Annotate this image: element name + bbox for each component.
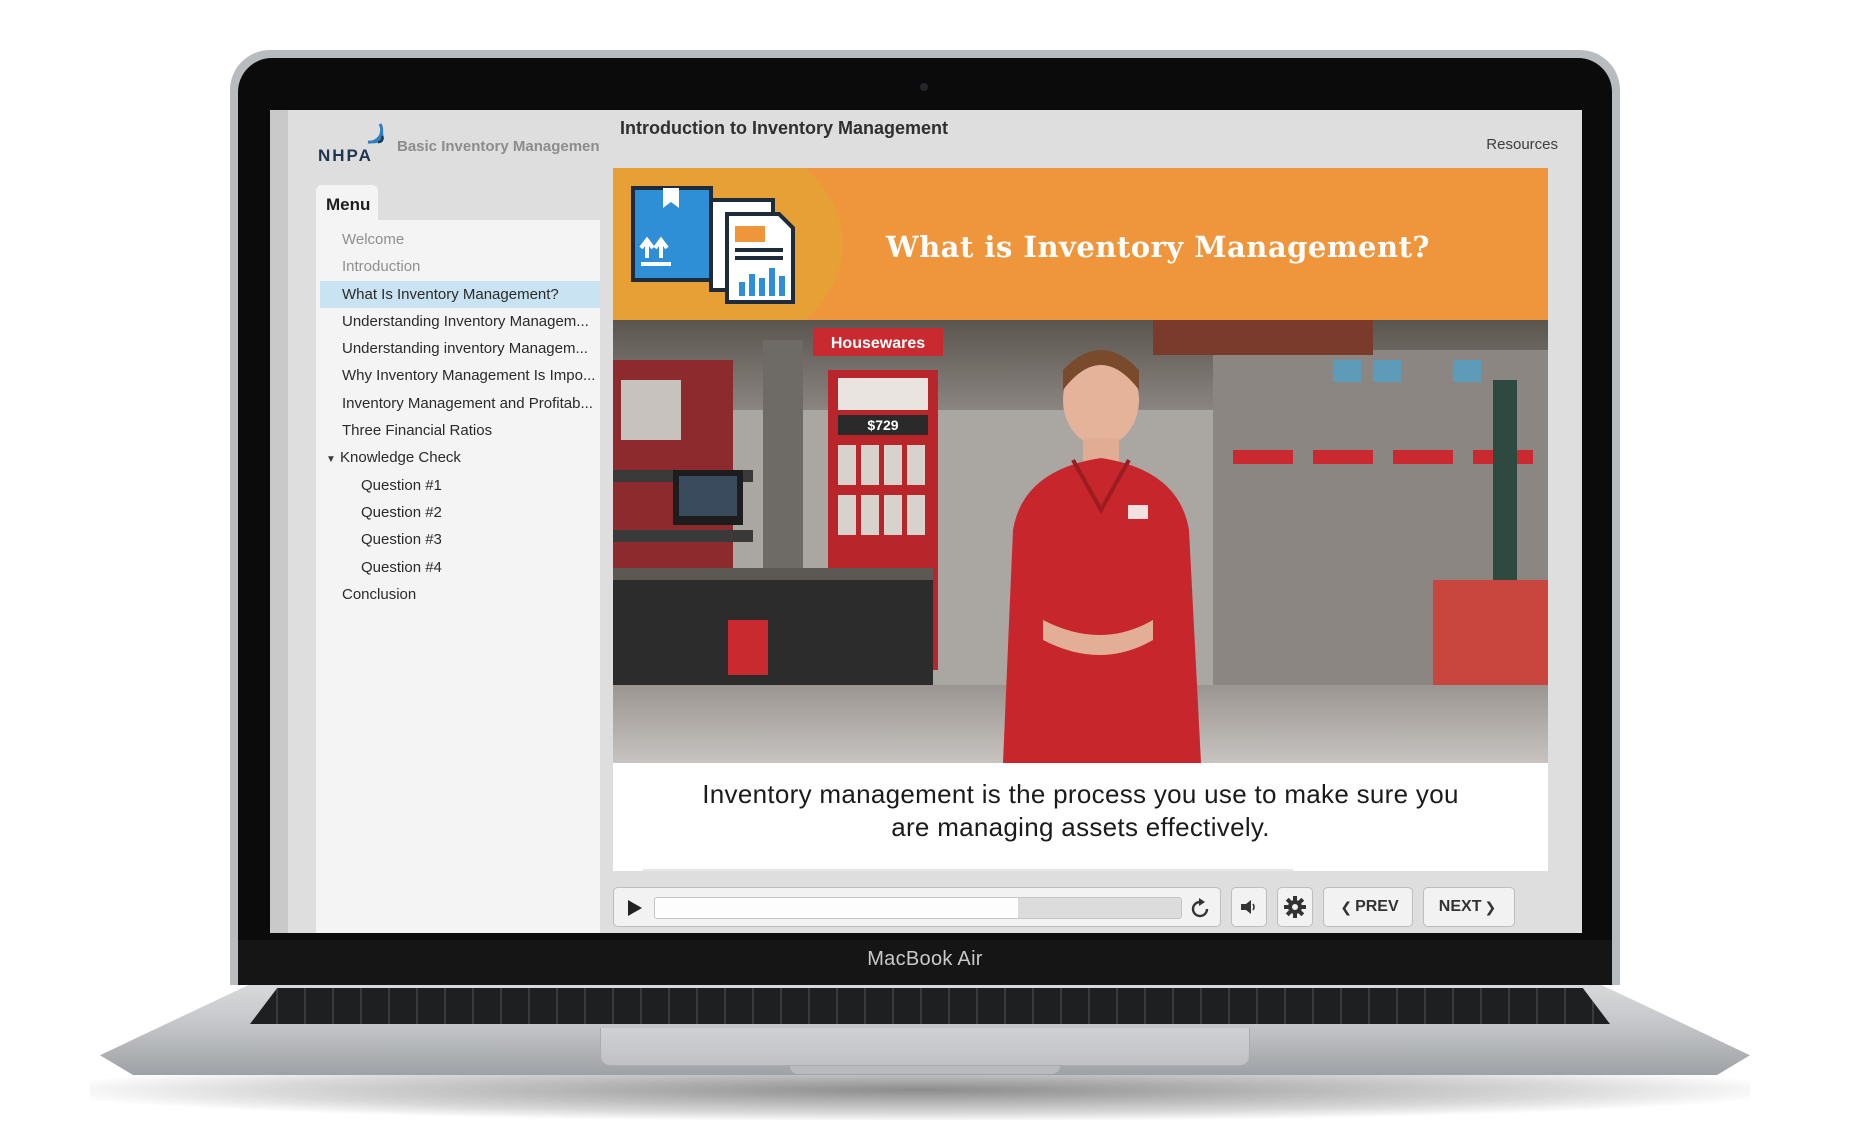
menu-item-introduction[interactable]: Introduction bbox=[316, 253, 610, 280]
settings-button[interactable] bbox=[1277, 887, 1313, 927]
course-logo: NHPA Basic Inventory Management bbox=[318, 118, 608, 173]
store-sign-text: Housewares bbox=[831, 335, 925, 352]
menu-item-question-4[interactable]: Question #4 bbox=[316, 554, 610, 581]
camera-icon bbox=[920, 83, 928, 91]
progress-bar[interactable] bbox=[654, 897, 1182, 919]
menu-item-question-2[interactable]: Question #2 bbox=[316, 499, 610, 526]
laptop-keyboard bbox=[250, 988, 1610, 1024]
menu-tab[interactable]: Menu bbox=[316, 185, 378, 223]
slide-banner: What is Inventory Management? bbox=[613, 168, 1548, 360]
store-photo-illustration: Housewares $729 bbox=[613, 320, 1548, 763]
resources-link[interactable]: Resources bbox=[1486, 136, 1558, 153]
volume-icon bbox=[1241, 900, 1255, 914]
slide: What is Inventory Management? Housewares… bbox=[613, 168, 1548, 871]
next-label: NEXT bbox=[1438, 898, 1482, 915]
player-bar bbox=[613, 887, 1221, 927]
laptop-notch bbox=[790, 1066, 1060, 1074]
screen: NHPA Basic Inventory Management Menu Wel… bbox=[270, 110, 1582, 933]
volume-button[interactable] bbox=[1231, 887, 1267, 927]
inventory-documents-icon bbox=[631, 186, 795, 304]
price-tag-text: $729 bbox=[867, 417, 898, 433]
slide-title: What is Inventory Management? bbox=[886, 230, 1430, 264]
menu-group-knowledge-check[interactable]: ▼ Knowledge Check bbox=[316, 444, 610, 471]
sidebar: NHPA Basic Inventory Management Menu Wel… bbox=[270, 110, 610, 933]
course-title: Basic Inventory Management bbox=[397, 138, 605, 155]
menu-item-question-3[interactable]: Question #3 bbox=[316, 526, 610, 553]
prev-button[interactable]: ❮ PREV bbox=[1323, 887, 1413, 927]
store-photo: Housewares $729 bbox=[613, 320, 1548, 763]
caption-divider bbox=[643, 869, 1293, 871]
laptop-trackpad bbox=[600, 1028, 1250, 1066]
chevron-left-icon: ❮ bbox=[1340, 898, 1353, 915]
progress-remaining bbox=[1017, 898, 1181, 918]
menu-item-conclusion[interactable]: Conclusion bbox=[316, 581, 610, 608]
logo-text: NHPA bbox=[318, 146, 373, 165]
lesson-title: Introduction to Inventory Management bbox=[620, 118, 949, 138]
menu-item-financial-ratios[interactable]: Three Financial Ratios bbox=[316, 417, 610, 444]
menu-item-question-1[interactable]: Question #1 bbox=[316, 472, 610, 499]
caret-down-icon: ▼ bbox=[326, 454, 336, 466]
main-area: Introduction to Inventory Management Res… bbox=[600, 110, 1582, 933]
replay-icon[interactable] bbox=[1188, 897, 1212, 921]
next-button[interactable]: NEXT ❯ bbox=[1423, 887, 1515, 927]
caption-line-1: Inventory management is the process you … bbox=[702, 779, 1459, 809]
prev-label: PREV bbox=[1355, 898, 1399, 915]
player-controls: ❮ PREV NEXT ❯ bbox=[613, 887, 1548, 927]
device-brand-label: MacBook Air bbox=[867, 948, 983, 970]
signal-icon bbox=[367, 123, 384, 144]
caption-line-2: are managing assets effectively. bbox=[891, 812, 1270, 842]
menu-item-understanding-2[interactable]: Understanding inventory Managem... bbox=[316, 335, 610, 362]
gear-icon bbox=[1284, 896, 1306, 918]
menu-item-why-important[interactable]: Why Inventory Management Is Impo... bbox=[316, 362, 610, 389]
menu-group-label: Knowledge Check bbox=[340, 449, 461, 467]
menu-item-understanding-1[interactable]: Understanding Inventory Managem... bbox=[316, 308, 610, 335]
menu-item-profitability[interactable]: Inventory Management and Profitab... bbox=[316, 390, 610, 417]
slide-caption: Inventory management is the process you … bbox=[613, 778, 1548, 844]
menu-item-what-is-inventory-management[interactable]: What Is Inventory Management? bbox=[320, 280, 606, 308]
play-icon[interactable] bbox=[624, 898, 644, 918]
menu-item-welcome[interactable]: Welcome bbox=[316, 226, 610, 253]
menu-panel: Welcome Introduction What Is Inventory M… bbox=[316, 220, 610, 933]
chevron-right-icon: ❯ bbox=[1484, 898, 1497, 915]
progress-fill bbox=[655, 898, 1018, 918]
